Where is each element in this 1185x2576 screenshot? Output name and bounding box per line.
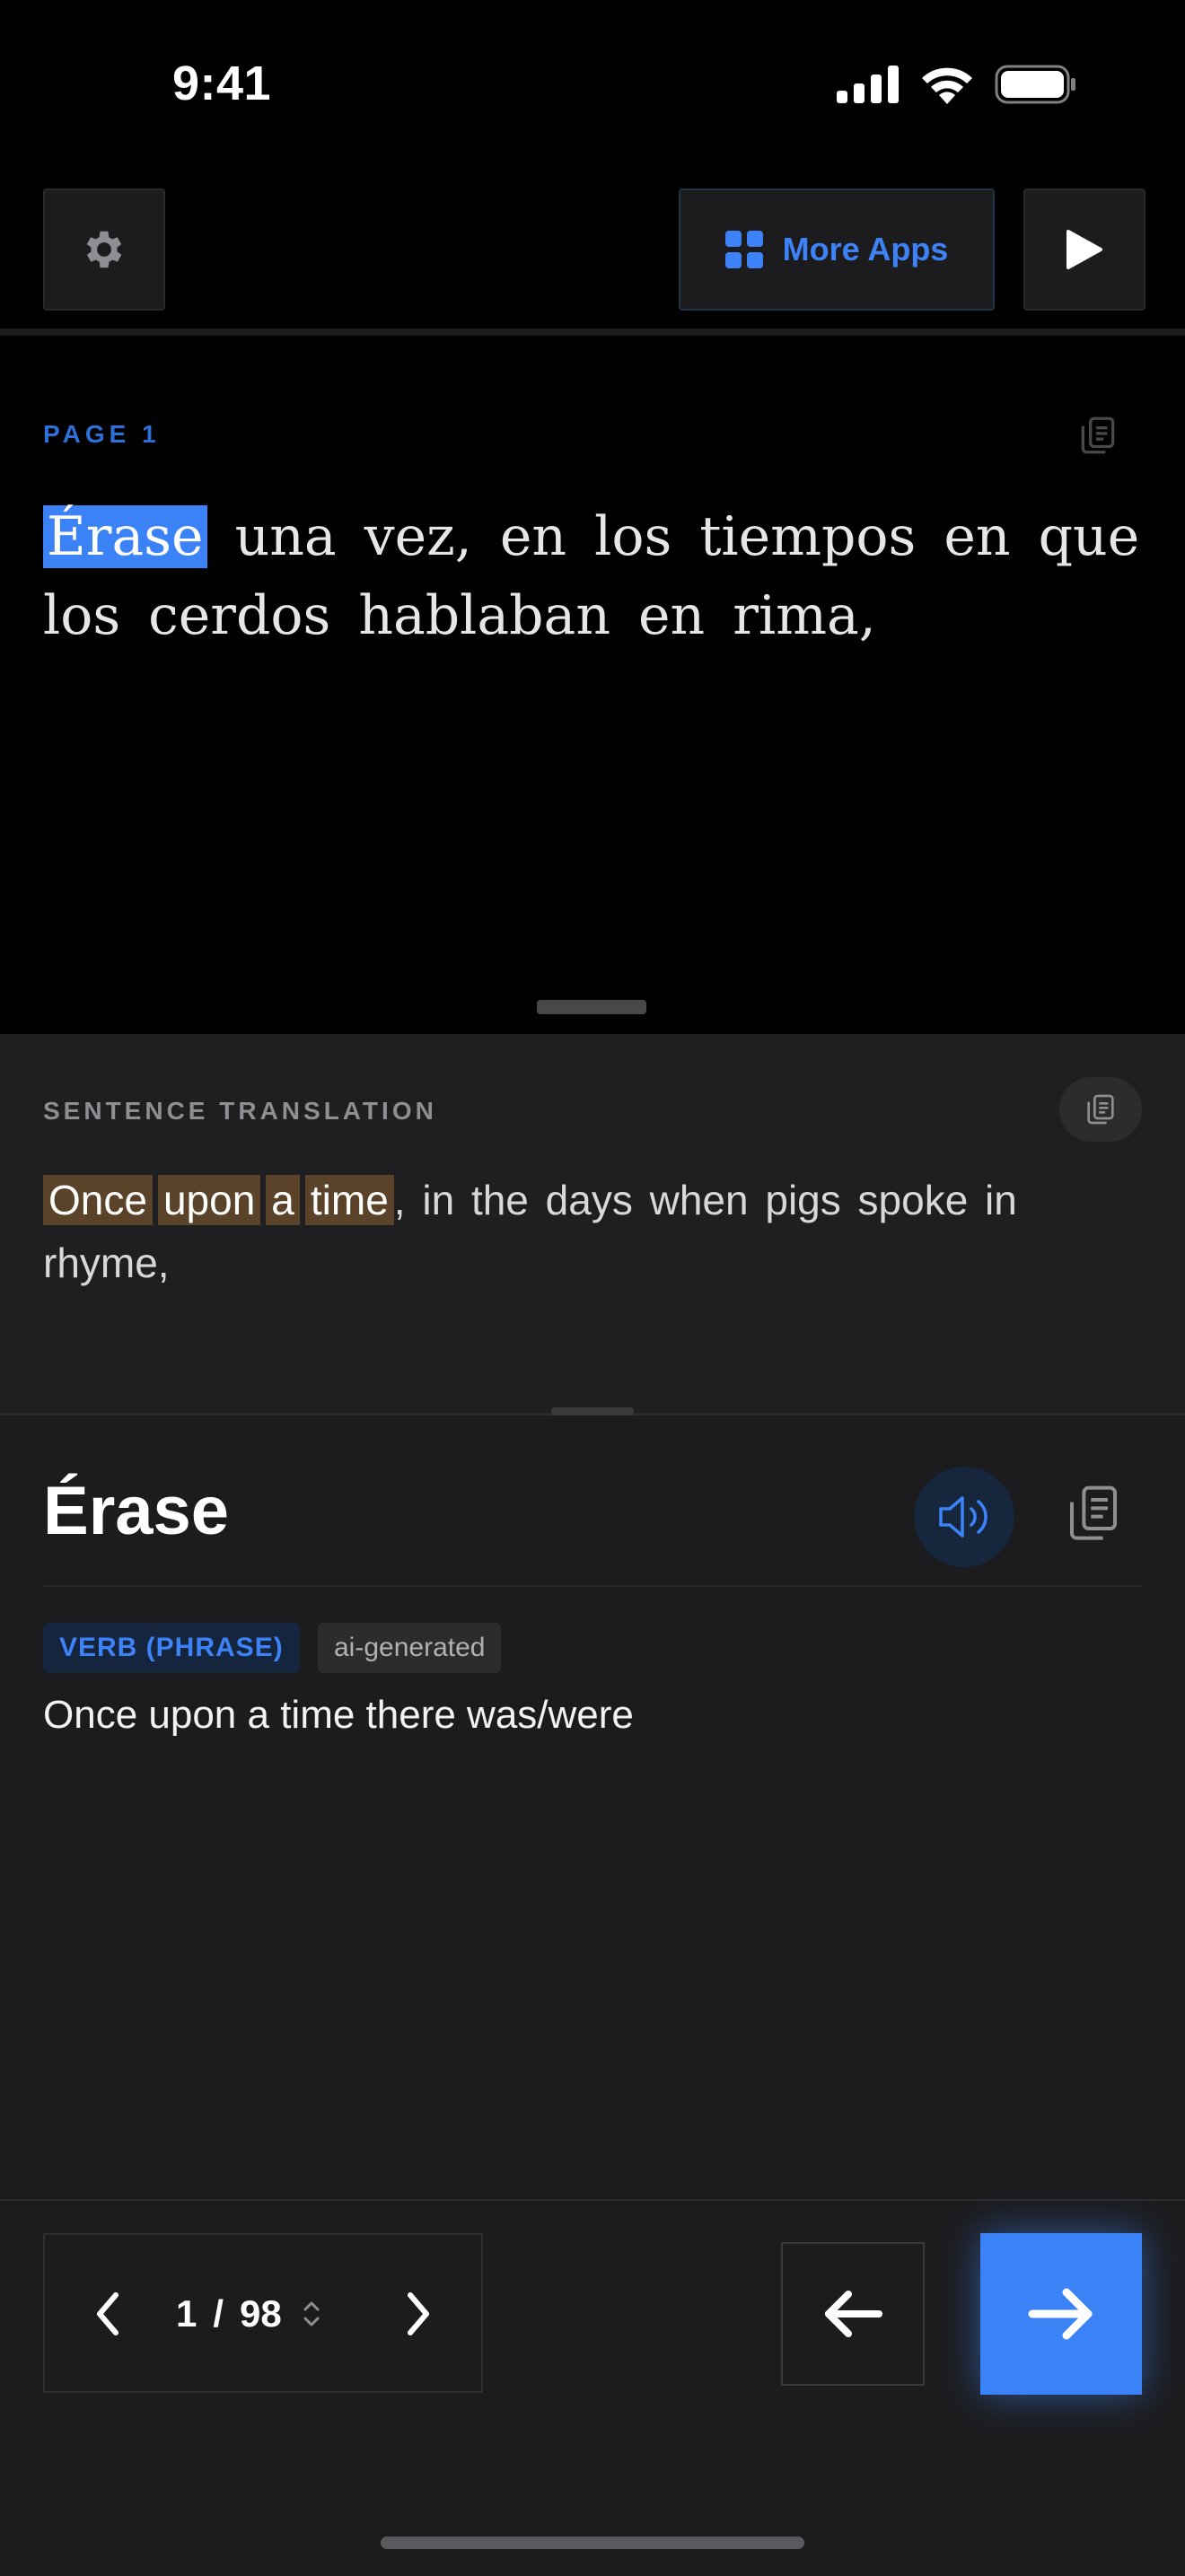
reader-text[interactable]: Érase una vez, en los tiempos en que los…	[43, 497, 1147, 655]
page-separator: /	[213, 2292, 224, 2335]
selected-word[interactable]: Érase	[43, 505, 207, 568]
wifi-icon	[922, 67, 972, 104]
translation-highlight-word: time	[304, 1175, 394, 1225]
copy-icon	[1087, 1094, 1114, 1125]
copy-icon	[1070, 1485, 1117, 1540]
gear-icon	[86, 231, 122, 268]
more-apps-label: More Apps	[782, 231, 949, 267]
resize-handle[interactable]	[537, 1000, 646, 1014]
arrow-right-icon	[1028, 2288, 1093, 2340]
copy-word-button[interactable]	[1065, 1483, 1122, 1550]
home-indicator	[381, 2537, 804, 2549]
chevron-left-icon	[97, 2292, 118, 2335]
settings-button[interactable]	[43, 188, 165, 311]
copy-icon	[1081, 416, 1115, 454]
translation-title: SENTENCE TRANSLATION	[43, 1097, 437, 1125]
grid-icon	[724, 231, 763, 268]
copy-translation-button[interactable]	[1059, 1077, 1142, 1142]
page-label: PAGE 1	[43, 420, 161, 448]
up-down-chevron-icon	[303, 2301, 320, 2326]
translation-text: Once upon a time, in the days when pigs spo…	[43, 1169, 1147, 1294]
word-definition: Once upon a time there was/were	[43, 1693, 634, 1737]
next-page-button[interactable]	[395, 2287, 442, 2341]
translation-highlight-word: Once	[43, 1175, 153, 1225]
part-of-speech-badge: VERB (PHRASE)	[43, 1623, 300, 1673]
previous-page-button[interactable]	[84, 2287, 131, 2341]
speaker-icon	[939, 1496, 988, 1538]
ai-generated-badge: ai-generated	[318, 1623, 502, 1673]
current-page: 1	[176, 2292, 198, 2335]
chevron-right-icon	[408, 2292, 429, 2335]
detail-divider	[43, 1585, 1142, 1587]
play-icon	[1066, 230, 1102, 269]
translation-highlight-word: a	[266, 1175, 300, 1225]
translation-highlight-word: upon	[157, 1175, 261, 1225]
battery-icon	[995, 65, 1075, 104]
previous-word-button[interactable]	[781, 2242, 925, 2386]
reader-line-2[interactable]: los cerdos hablaban en rima,	[43, 584, 876, 647]
arrow-left-icon	[825, 2291, 882, 2337]
total-pages: 98	[240, 2292, 282, 2335]
pronounce-button[interactable]	[914, 1467, 1014, 1567]
word-title: Érase	[43, 1473, 230, 1549]
page-selector[interactable]: 1 / 98	[176, 2287, 321, 2341]
reader-line-1[interactable]: una vez, en los tiempos en que	[207, 505, 1140, 568]
next-word-button[interactable]	[980, 2233, 1142, 2395]
status-icons	[837, 65, 1077, 104]
more-apps-button[interactable]: More Apps	[679, 188, 995, 311]
toolbar-divider	[0, 329, 1185, 336]
play-button[interactable]	[1023, 188, 1146, 311]
signal-icon	[837, 66, 899, 103]
copy-page-button[interactable]	[1075, 413, 1120, 462]
status-time: 9:41	[172, 57, 272, 110]
